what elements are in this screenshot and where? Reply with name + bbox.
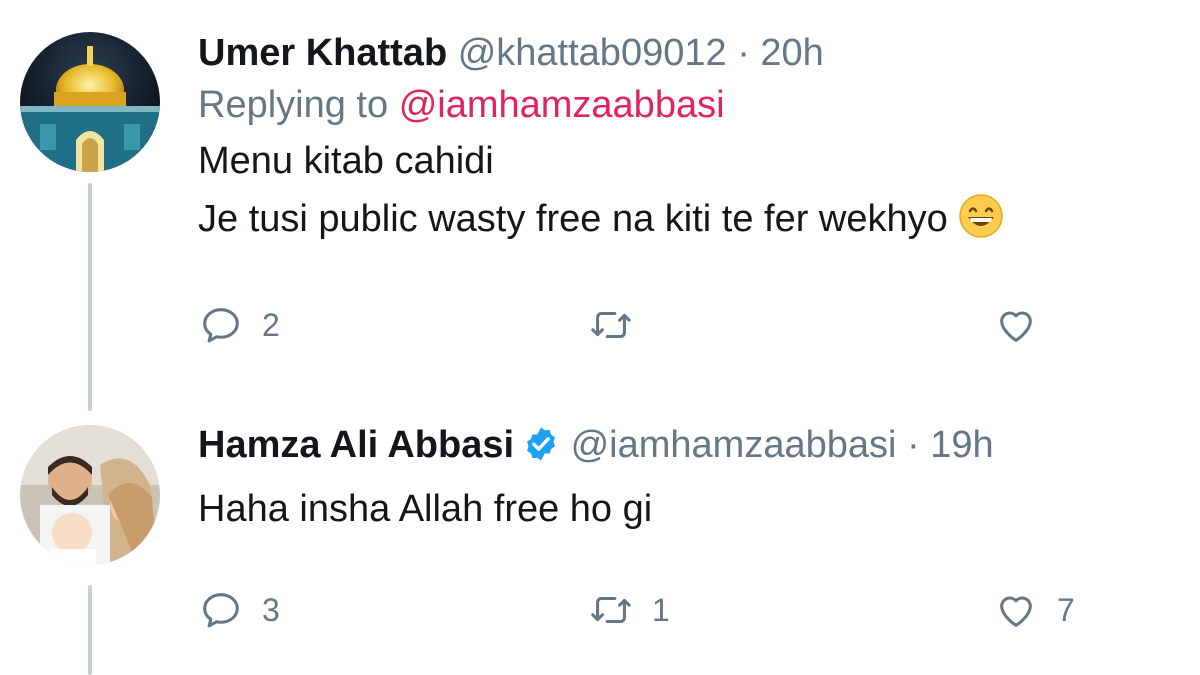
- heart-icon: [1000, 596, 1032, 627]
- heart-icon: [1000, 311, 1032, 342]
- avatar-image: [20, 425, 160, 565]
- reply-count: 3: [262, 591, 280, 628]
- verified-badge-icon: [522, 425, 560, 474]
- separator-dot: ·: [737, 32, 750, 74]
- retweet-count: 1: [652, 591, 670, 628]
- tweet-text: Menu kitab cahidi Je tusi public wasty f…: [198, 132, 1180, 256]
- tweet-header: Hamza Ali Abbasi @iamhamzaabbasi · 19h: [198, 422, 1180, 474]
- retweet-button[interactable]: [588, 300, 652, 350]
- avatar[interactable]: [20, 425, 160, 565]
- retweet-icon: [591, 311, 631, 339]
- tweet-reply-umer[interactable]: Umer Khattab @khattab09012 · 20h Replyin…: [0, 0, 1200, 400]
- reply-icon: [203, 308, 239, 343]
- separator-dot: ·: [907, 424, 920, 466]
- timestamp[interactable]: 20h: [760, 32, 823, 74]
- like-count: 7: [1057, 591, 1075, 628]
- user-handle[interactable]: @iamhamzaabbasi: [571, 424, 897, 466]
- user-name[interactable]: Hamza Ali Abbasi: [198, 424, 514, 466]
- reply-button[interactable]: 2: [198, 300, 280, 350]
- user-name[interactable]: Umer Khattab: [198, 32, 447, 74]
- retweet-icon: [591, 596, 631, 624]
- timestamp[interactable]: 19h: [930, 424, 993, 466]
- tweet-text-line: Haha insha Allah free ho gi: [198, 488, 653, 530]
- avatar[interactable]: [20, 32, 160, 172]
- like-button[interactable]: 7: [993, 585, 1075, 635]
- tweet-actions: 2: [198, 300, 1098, 350]
- tweet-text-line: Je tusi public wasty free na kiti te fer…: [198, 198, 948, 240]
- like-button[interactable]: [993, 300, 1057, 350]
- reply-count: 2: [262, 306, 280, 343]
- replying-to-mention[interactable]: @iamhamzaabbasi: [399, 84, 725, 126]
- tweet-text-line: Menu kitab cahidi: [198, 140, 494, 182]
- tweet-actions: 3 1 7: [198, 585, 1098, 635]
- retweet-button[interactable]: 1: [588, 585, 670, 635]
- reply-button[interactable]: 3: [198, 585, 280, 635]
- tweet-reply-hamza[interactable]: Hamza Ali Abbasi @iamhamzaabbasi · 19h H…: [0, 410, 1200, 675]
- grinning-face-icon: [958, 193, 1004, 256]
- replying-to: Replying to @iamhamzaabbasi: [198, 82, 1180, 128]
- user-handle[interactable]: @khattab09012: [458, 32, 727, 74]
- reply-icon: [203, 593, 239, 628]
- avatar-image: [20, 32, 160, 172]
- replying-to-label: Replying to: [198, 84, 389, 126]
- tweet-text: Haha insha Allah free ho gi: [198, 480, 1180, 538]
- tweet-header: Umer Khattab @khattab09012 · 20h: [198, 30, 1180, 76]
